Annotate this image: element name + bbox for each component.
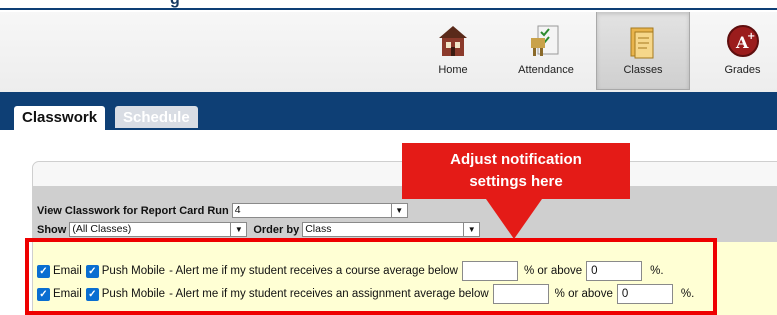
nav-attendance[interactable]: Attendance	[504, 12, 588, 92]
tab-classwork[interactable]: Classwork	[14, 106, 106, 130]
svg-text:+: +	[747, 31, 755, 42]
assignment-average-alert-row: ✓ Email ✓ Push Mobile - Alert me if my s…	[37, 284, 698, 304]
page-title-fragment: g	[170, 0, 180, 9]
report-card-run-select[interactable]: 4 ▼	[231, 203, 408, 218]
tab-bar: Classwork Schedule	[0, 92, 777, 130]
grades-icon: A +	[726, 25, 759, 57]
callout-line-2: settings here	[469, 173, 563, 190]
callout-line-1: Adjust notification	[450, 151, 582, 168]
nav-home-label: Home	[438, 64, 468, 76]
annotation-callout: Adjust notification settings here	[402, 143, 630, 199]
push-mobile-checkbox[interactable]: ✓	[85, 287, 99, 301]
assignment-above-input[interactable]: 0	[616, 284, 673, 304]
show-order-row: Show (All Classes) ▼ Order by Class ▼	[37, 222, 481, 237]
alert-text: - Alert me if my student receives an ass…	[169, 288, 489, 300]
push-mobile-label: Push Mobile	[101, 288, 166, 300]
email-checkbox[interactable]: ✓	[37, 287, 50, 301]
course-above-input[interactable]: 0	[586, 261, 643, 281]
email-label: Email	[53, 288, 82, 300]
order-by-label: Order by	[253, 223, 300, 236]
or-above-label: % or above	[554, 288, 613, 300]
show-select[interactable]: (All Classes) ▼	[69, 222, 248, 237]
home-icon	[439, 26, 467, 56]
report-card-run-label: View Classwork for Report Card Run	[37, 204, 229, 217]
callout-arrow-icon	[486, 199, 542, 239]
or-above-label: % or above	[523, 265, 583, 277]
assignment-below-input[interactable]	[492, 284, 549, 304]
course-average-alert-row: ✓ Email ✓ Push Mobile - Alert me if my s…	[37, 261, 668, 281]
course-below-input[interactable]	[461, 261, 518, 281]
alert-text: - Alert me if my student receives a cour…	[169, 265, 458, 277]
classes-icon	[630, 27, 654, 59]
email-checkbox[interactable]: ✓	[37, 264, 50, 278]
percent-label: %.	[680, 288, 695, 300]
nav-grades-label: Grades	[724, 64, 761, 76]
nav-classes[interactable]: Classes	[596, 12, 690, 90]
top-strip: g	[0, 0, 777, 10]
report-card-run-row: View Classwork for Report Card Run 4 ▼	[37, 203, 408, 218]
percent-label: %.	[650, 265, 664, 277]
push-mobile-label: Push Mobile	[101, 265, 166, 277]
chevron-down-icon: ▼	[390, 204, 407, 217]
nav-grades[interactable]: A + Grades	[708, 12, 777, 92]
nav-home[interactable]: Home	[422, 12, 484, 92]
attendance-icon	[531, 25, 559, 56]
chevron-down-icon: ▼	[230, 223, 247, 236]
email-label: Email	[53, 265, 82, 277]
header-band: Home Attendance Classes A + Grades	[0, 12, 777, 92]
chevron-down-icon: ▼	[463, 223, 480, 236]
tab-schedule[interactable]: Schedule	[115, 106, 198, 128]
nav-classes-label: Classes	[623, 64, 663, 76]
nav-attendance-label: Attendance	[518, 64, 574, 76]
report-card-run-value: 4	[234, 204, 241, 216]
push-mobile-checkbox[interactable]: ✓	[85, 264, 99, 278]
order-by-select[interactable]: Class ▼	[302, 222, 481, 237]
show-value: (All Classes)	[72, 223, 132, 235]
show-label: Show	[37, 223, 67, 236]
order-by-value: Class	[305, 223, 332, 235]
